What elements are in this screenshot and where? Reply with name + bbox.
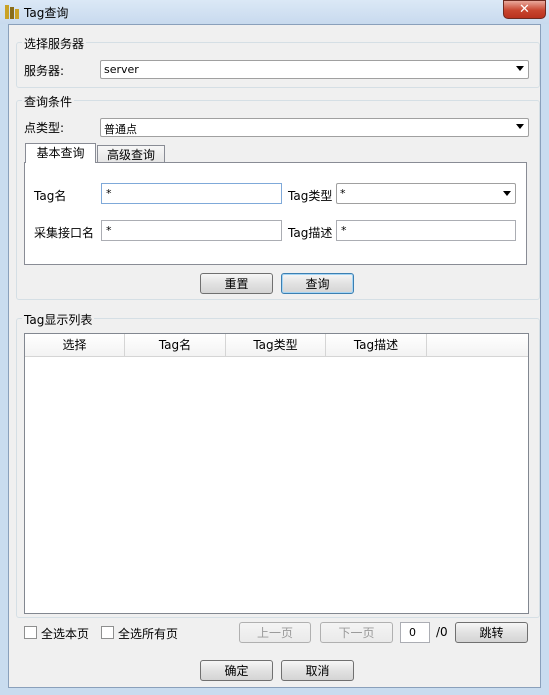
tag-table[interactable]: 选择 Tag名 Tag类型 Tag描述 xyxy=(24,333,529,614)
window-title: Tag查询 xyxy=(24,6,69,20)
chevron-down-icon xyxy=(516,66,524,71)
search-button[interactable]: 查询 xyxy=(281,273,354,294)
select-all-pages-label: 全选所有页 xyxy=(118,627,179,641)
prev-page-button[interactable]: 上一页 xyxy=(239,622,311,643)
chevron-down-icon xyxy=(503,191,511,196)
interface-name-value: * xyxy=(106,224,112,237)
server-select-value: server xyxy=(104,63,139,76)
column-header-tag-desc[interactable]: Tag描述 xyxy=(326,334,427,357)
query-group-title: 查询条件 xyxy=(22,93,75,110)
tag-desc-value: * xyxy=(341,224,347,237)
interface-name-input[interactable]: * xyxy=(101,220,282,241)
tab-basic-query[interactable]: 基本查询 xyxy=(25,143,96,163)
close-icon: ✕ xyxy=(519,2,530,17)
select-page-checkbox[interactable] xyxy=(24,626,37,639)
server-select[interactable]: server xyxy=(100,60,529,79)
jump-button[interactable]: 跳转 xyxy=(455,622,528,643)
tag-desc-label: Tag描述 xyxy=(288,226,333,240)
table-header: 选择 Tag名 Tag类型 Tag描述 xyxy=(25,334,528,357)
tag-list-title: Tag显示列表 xyxy=(22,311,95,328)
tab-panel xyxy=(24,162,527,265)
title-bar: Tag查询 ✕ xyxy=(0,0,549,24)
column-header-tag-type[interactable]: Tag类型 xyxy=(226,334,326,357)
tag-name-label: Tag名 xyxy=(34,189,67,203)
tag-type-value: * xyxy=(340,187,346,200)
close-button[interactable]: ✕ xyxy=(503,0,546,19)
tag-name-value: * xyxy=(106,187,112,200)
interface-name-label: 采集接口名 xyxy=(34,226,95,240)
point-type-select[interactable]: 普通点 xyxy=(100,118,529,137)
tab-advanced-query[interactable]: 高级查询 xyxy=(97,145,165,163)
tag-name-input[interactable]: * xyxy=(101,183,282,204)
point-type-value: 普通点 xyxy=(104,123,137,136)
chevron-down-icon xyxy=(516,124,524,129)
select-page-label: 全选本页 xyxy=(41,627,90,641)
tag-type-label: Tag类型 xyxy=(288,189,333,203)
column-header-select[interactable]: 选择 xyxy=(25,334,125,357)
app-icon xyxy=(4,4,20,20)
ok-button[interactable]: 确定 xyxy=(200,660,273,681)
point-type-label: 点类型: xyxy=(24,121,65,135)
server-group-title: 选择服务器 xyxy=(22,35,87,52)
server-label: 服务器: xyxy=(24,64,65,78)
cancel-button[interactable]: 取消 xyxy=(281,660,354,681)
page-number-value: 0 xyxy=(409,626,416,639)
select-all-pages-checkbox[interactable] xyxy=(101,626,114,639)
column-header-tag-name[interactable]: Tag名 xyxy=(125,334,226,357)
tag-desc-input[interactable]: * xyxy=(336,220,516,241)
tag-type-select[interactable]: * xyxy=(336,183,516,204)
next-page-button[interactable]: 下一页 xyxy=(320,622,393,643)
page-total: /0 xyxy=(436,625,448,639)
reset-button[interactable]: 重置 xyxy=(200,273,273,294)
page-number-input[interactable]: 0 xyxy=(400,622,430,643)
